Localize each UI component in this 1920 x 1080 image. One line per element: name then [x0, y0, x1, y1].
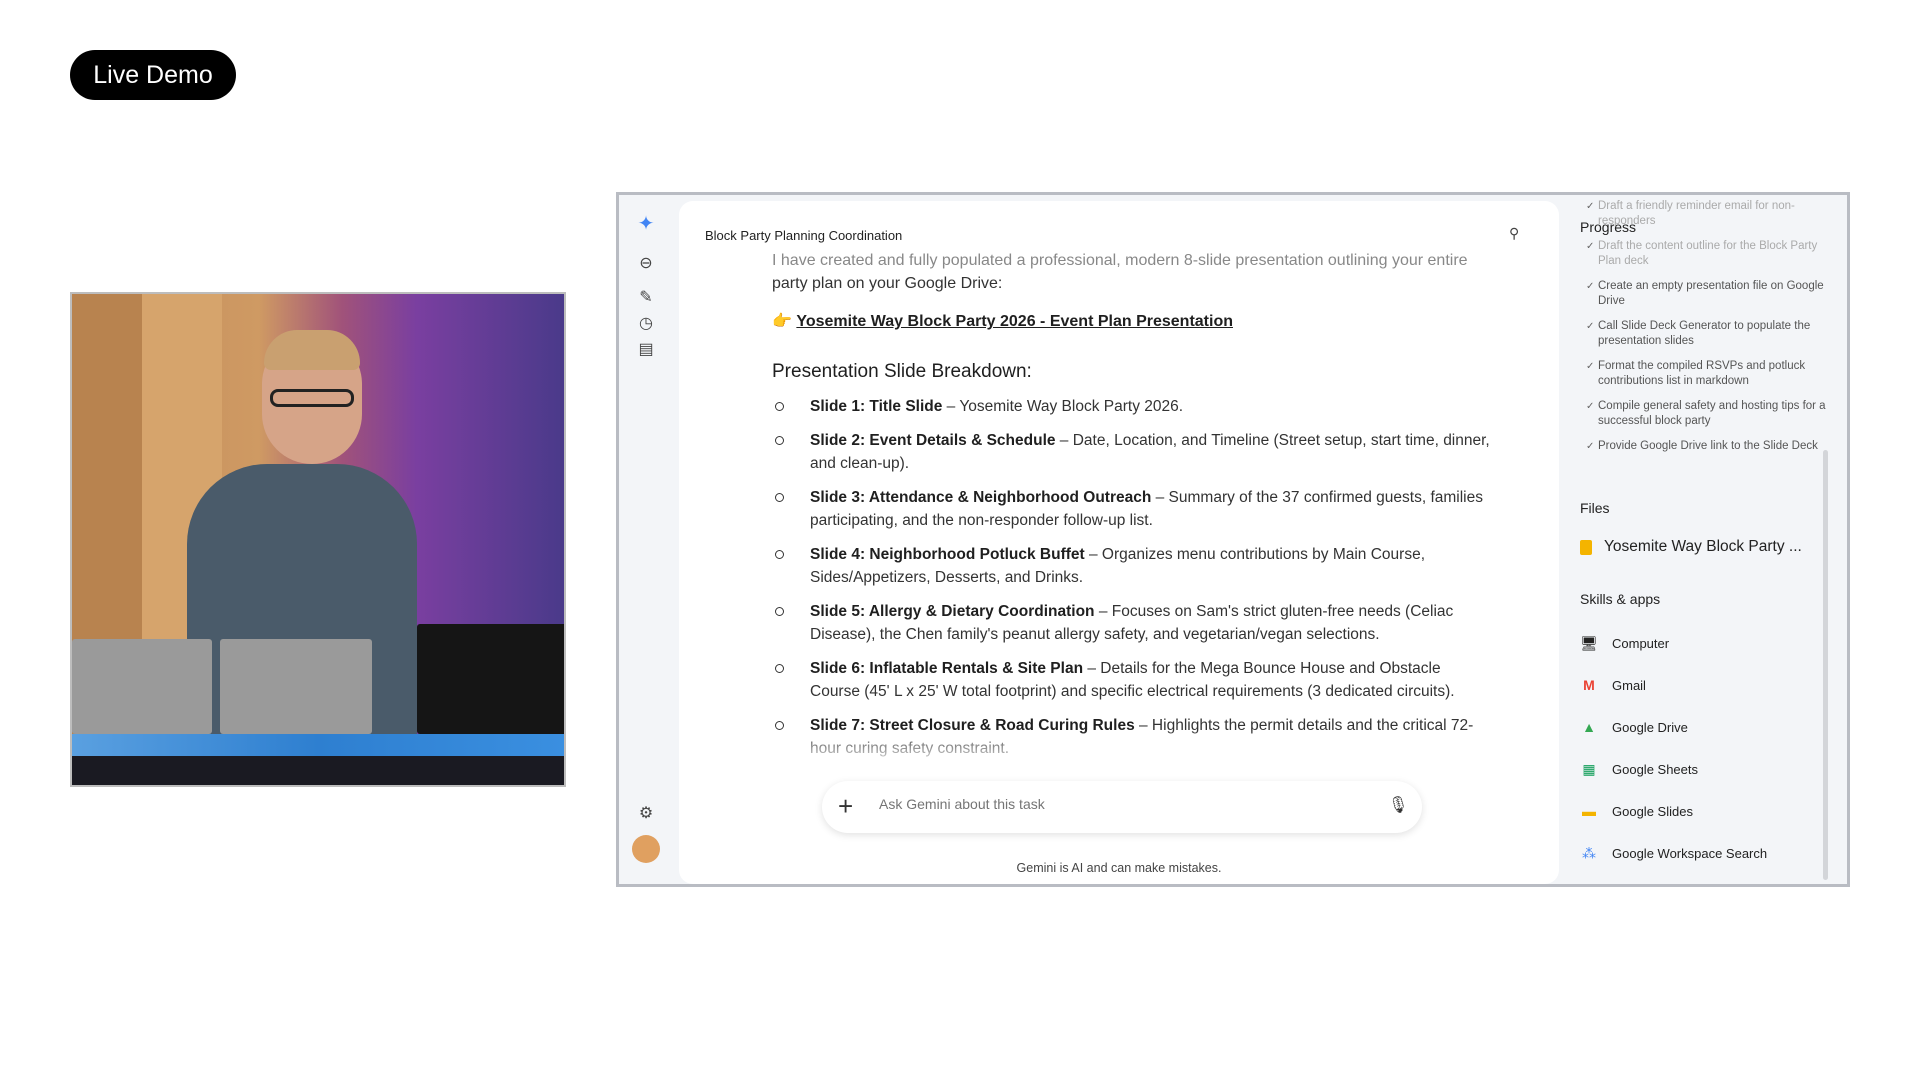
slide-list: Slide 1: Title Slide – Yosemite Way Bloc…	[772, 395, 1492, 760]
chat-response: I have created and fully populated a pro…	[772, 249, 1492, 769]
left-rail: ✦ ⊖ ✎ ◷ ▤ ⚙	[619, 195, 675, 884]
task-title: Block Party Planning Coordination	[705, 228, 903, 243]
check-icon: ✓	[1586, 241, 1595, 252]
side-panel: Progress ✓ Draft a friendly reminder emai…	[1574, 195, 1834, 884]
breakdown-heading: Presentation Slide Breakdown:	[772, 361, 1032, 382]
drive-icon: ▲	[1582, 719, 1596, 735]
check-icon: ✓	[1586, 321, 1595, 332]
presentation-link[interactable]: Yosemite Way Block Party 2026 - Event Pl…	[796, 313, 1233, 330]
monitor-icon: 🖥	[1580, 635, 1598, 651]
slides-file-icon	[1580, 539, 1592, 555]
skill-google-slides[interactable]: ▬ Google Slides	[1580, 803, 1693, 819]
settings-icon[interactable]: ⚙	[636, 803, 656, 823]
list-item: Slide 5: Allergy & Dietary Coordination …	[772, 600, 1492, 646]
laptop	[72, 639, 212, 734]
progress-task: ✓ Draft a friendly reminder email for non…	[1586, 200, 1795, 227]
progress-task: ✓ Provide Google Drive link to the Slide …	[1586, 440, 1818, 452]
list-item: Slide 4: Neighborhood Potluck Buffet – O…	[772, 543, 1492, 589]
pin-icon[interactable]: ⚲	[1509, 225, 1519, 242]
prompt-input[interactable]	[877, 795, 1361, 813]
toggle-icon[interactable]: ⊖	[636, 253, 656, 273]
live-demo-badge: Live Demo	[70, 50, 236, 100]
skill-workspace-search[interactable]: ⁂ Google Workspace Search	[1580, 845, 1767, 862]
progress-task: ✓ Format the compiled RSVPs and potluck c…	[1586, 360, 1806, 387]
prompt-input-box: + 🎙	[822, 781, 1422, 833]
notes-icon[interactable]: ▤	[636, 339, 656, 359]
check-icon: ✓	[1586, 281, 1595, 292]
file-item[interactable]: Yosemite Way Block Party ...	[1580, 538, 1802, 556]
check-icon: ✓	[1586, 401, 1595, 412]
slides-icon: ▬	[1582, 803, 1596, 819]
presentation-link-line: 👉 Yosemite Way Block Party 2026 - Event …	[772, 311, 1492, 331]
disclaimer: Gemini is AI and can make mistakes.	[1016, 861, 1222, 875]
microphone-icon[interactable]: 🎙	[1388, 795, 1408, 815]
progress-task: ✓ Compile general safety and hosting tips…	[1586, 400, 1826, 427]
pointing-hand-icon: 👉	[772, 313, 792, 330]
list-item: Slide 6: Inflatable Rentals & Site Plan …	[772, 657, 1492, 703]
progress-task: ✓ Draft the content outline for the Block…	[1586, 240, 1818, 267]
speaker-video	[70, 292, 566, 787]
skills-heading: Skills & apps	[1580, 591, 1661, 607]
new-chat-icon[interactable]: ✎	[636, 287, 656, 307]
list-item: Slide 2: Event Details & Schedule – Date…	[772, 429, 1492, 475]
avatar[interactable]	[632, 835, 660, 863]
skill-google-sheets[interactable]: ▦ Google Sheets	[1580, 761, 1698, 778]
skill-computer[interactable]: 🖥 Computer	[1580, 635, 1669, 652]
history-icon[interactable]: ◷	[636, 313, 656, 333]
sheets-icon: ▦	[1582, 761, 1596, 777]
skill-google-drive[interactable]: ▲ Google Drive	[1580, 719, 1688, 735]
workspace-search-icon: ⁂	[1582, 845, 1596, 861]
progress-task: ✓ Create an empty presentation file on Go…	[1586, 280, 1824, 307]
check-icon: ✓	[1586, 441, 1595, 452]
laptop	[220, 639, 372, 734]
files-heading: Files	[1580, 500, 1610, 516]
gemini-app-window: ✦ ⊖ ✎ ◷ ▤ ⚙ Block Party Planning Coordin…	[616, 192, 1850, 887]
add-icon[interactable]: +	[838, 791, 853, 822]
check-icon: ✓	[1586, 361, 1595, 372]
gmail-icon: M	[1583, 677, 1595, 693]
progress-task: ✓ Call Slide Deck Generator to populate t…	[1586, 320, 1811, 347]
list-item: Slide 1: Title Slide – Yosemite Way Bloc…	[772, 395, 1492, 418]
check-icon: ✓	[1586, 201, 1595, 212]
gemini-sparkle-icon[interactable]: ✦	[636, 211, 656, 236]
skill-gmail[interactable]: M Gmail	[1580, 677, 1646, 693]
laptop	[417, 624, 564, 734]
chat-panel: Block Party Planning Coordination ⚲ I ha…	[679, 201, 1559, 884]
intro-text: I have created and fully populated a pro…	[772, 252, 1468, 292]
list-item: Slide 3: Attendance & Neighborhood Outre…	[772, 486, 1492, 532]
side-scrollbar[interactable]	[1823, 450, 1828, 880]
